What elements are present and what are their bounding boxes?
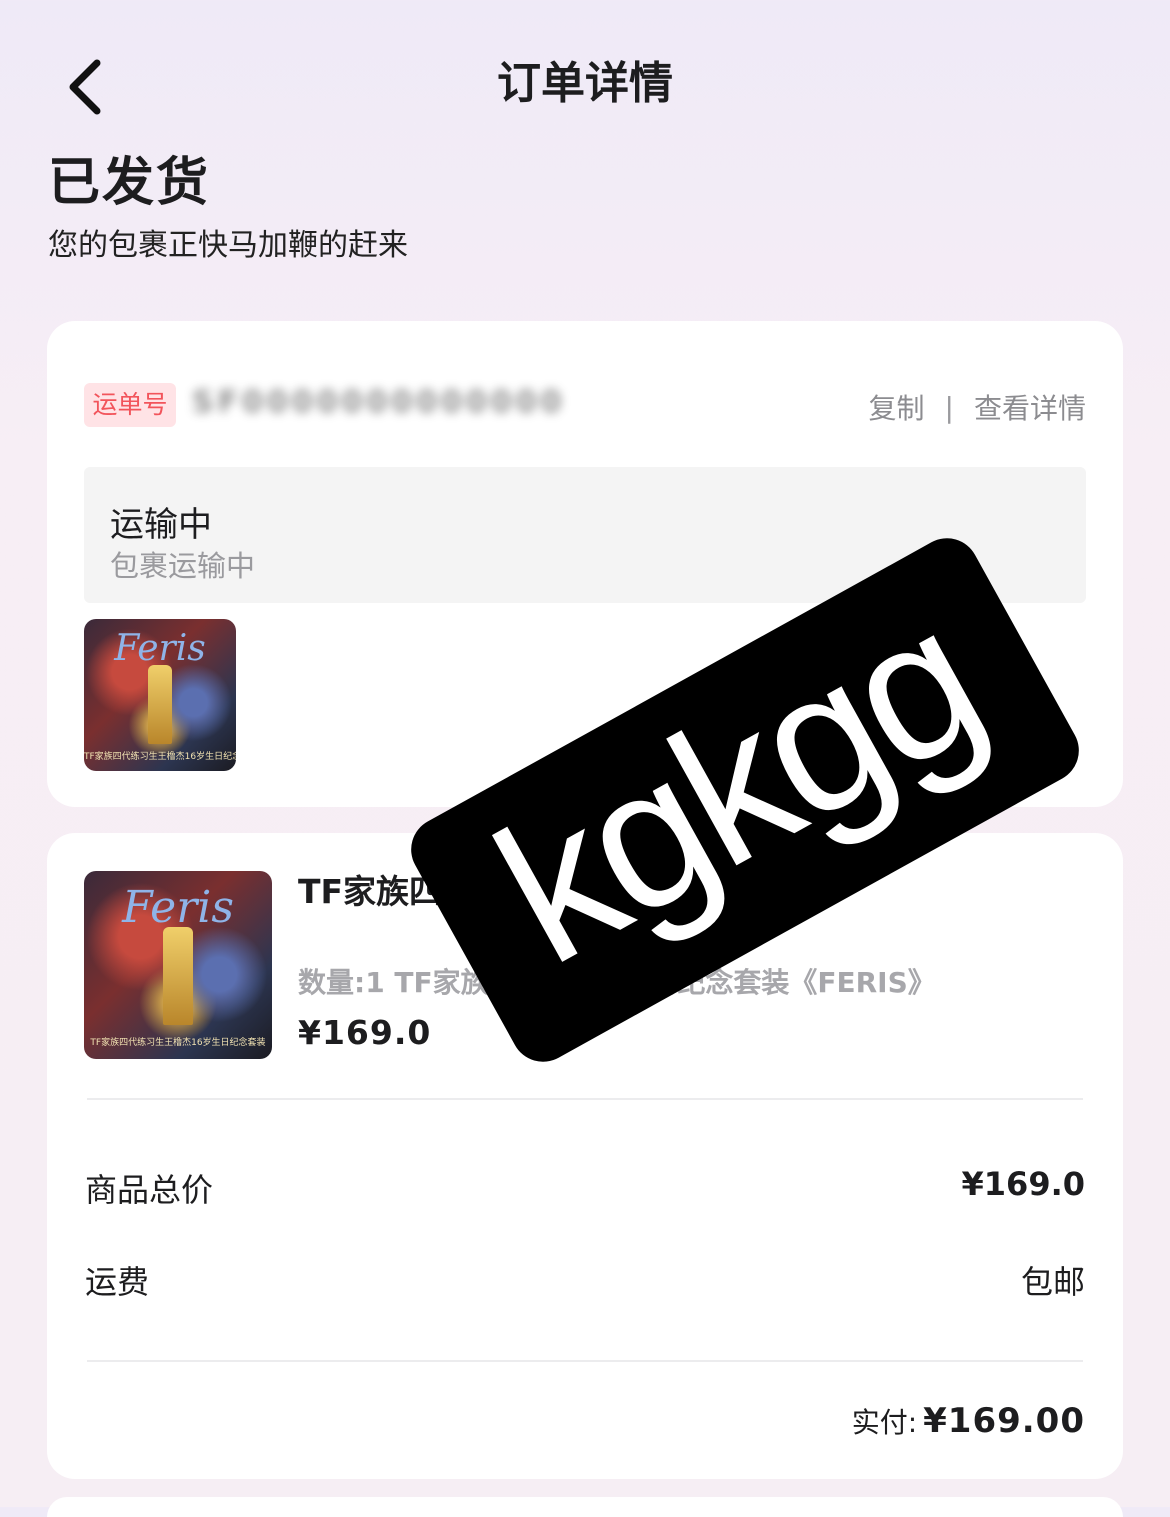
cover-trophy bbox=[147, 664, 173, 744]
tracking-badge: 运单号 bbox=[84, 383, 176, 427]
package-product-thumbnail[interactable]: Feris TF家族四代练习生王橹杰16岁生日纪念套装 bbox=[84, 619, 236, 771]
amount-paid: 实付: ¥169.00 bbox=[852, 1401, 1085, 1441]
divider bbox=[87, 1098, 1083, 1100]
amount-paid-label: 实付: bbox=[851, 1406, 918, 1439]
order-status-subtitle: 您的包裹正快马加鞭的赶来 bbox=[48, 228, 408, 263]
view-details-button[interactable]: 查看详情 bbox=[974, 387, 1086, 427]
page-title: 订单详情 bbox=[497, 58, 673, 109]
product-price: ¥169.0 bbox=[298, 1013, 432, 1052]
action-separator: | bbox=[944, 390, 954, 424]
order-status-title: 已发货 bbox=[48, 153, 211, 213]
amount-paid-value: ¥169.00 bbox=[923, 1401, 1085, 1441]
next-card-edge bbox=[47, 1497, 1123, 1517]
goods-total-label: 商品总价 bbox=[85, 1171, 214, 1209]
product-thumbnail[interactable]: Feris TF家族四代练习生王橹杰16岁生日纪念套装 bbox=[84, 871, 272, 1059]
transit-title: 运输中 bbox=[110, 505, 212, 545]
tracking-actions: 复制 | 查看详情 bbox=[869, 387, 1086, 427]
shipping-fee-label: 运费 bbox=[85, 1263, 150, 1301]
transit-subtitle: 包裹运输中 bbox=[110, 549, 256, 583]
goods-total-value: ¥169.0 bbox=[961, 1165, 1085, 1203]
shipping-fee-value: 包邮 bbox=[1020, 1263, 1085, 1301]
tracking-number: SF0000000000000 bbox=[192, 385, 566, 420]
product-cover-image: Feris TF家族四代练习生王橹杰16岁生日纪念套装 bbox=[84, 619, 236, 771]
cover-trophy bbox=[162, 927, 194, 1026]
cover-caption: TF家族四代练习生王橹杰16岁生日纪念套装 bbox=[90, 1037, 266, 1048]
cover-caption: TF家族四代练习生王橹杰16岁生日纪念套装 bbox=[84, 751, 236, 762]
copy-button[interactable]: 复制 bbox=[869, 387, 925, 427]
divider bbox=[87, 1360, 1083, 1362]
cover-logo: Feris bbox=[122, 882, 234, 934]
product-cover-image: Feris TF家族四代练习生王橹杰16岁生日纪念套装 bbox=[84, 871, 272, 1059]
nav-bar: 订单详情 bbox=[0, 30, 1170, 140]
cover-logo: Feris bbox=[114, 628, 206, 670]
tracking-row: 运单号 SF0000000000000 复制 | 查看详情 bbox=[84, 383, 1086, 429]
